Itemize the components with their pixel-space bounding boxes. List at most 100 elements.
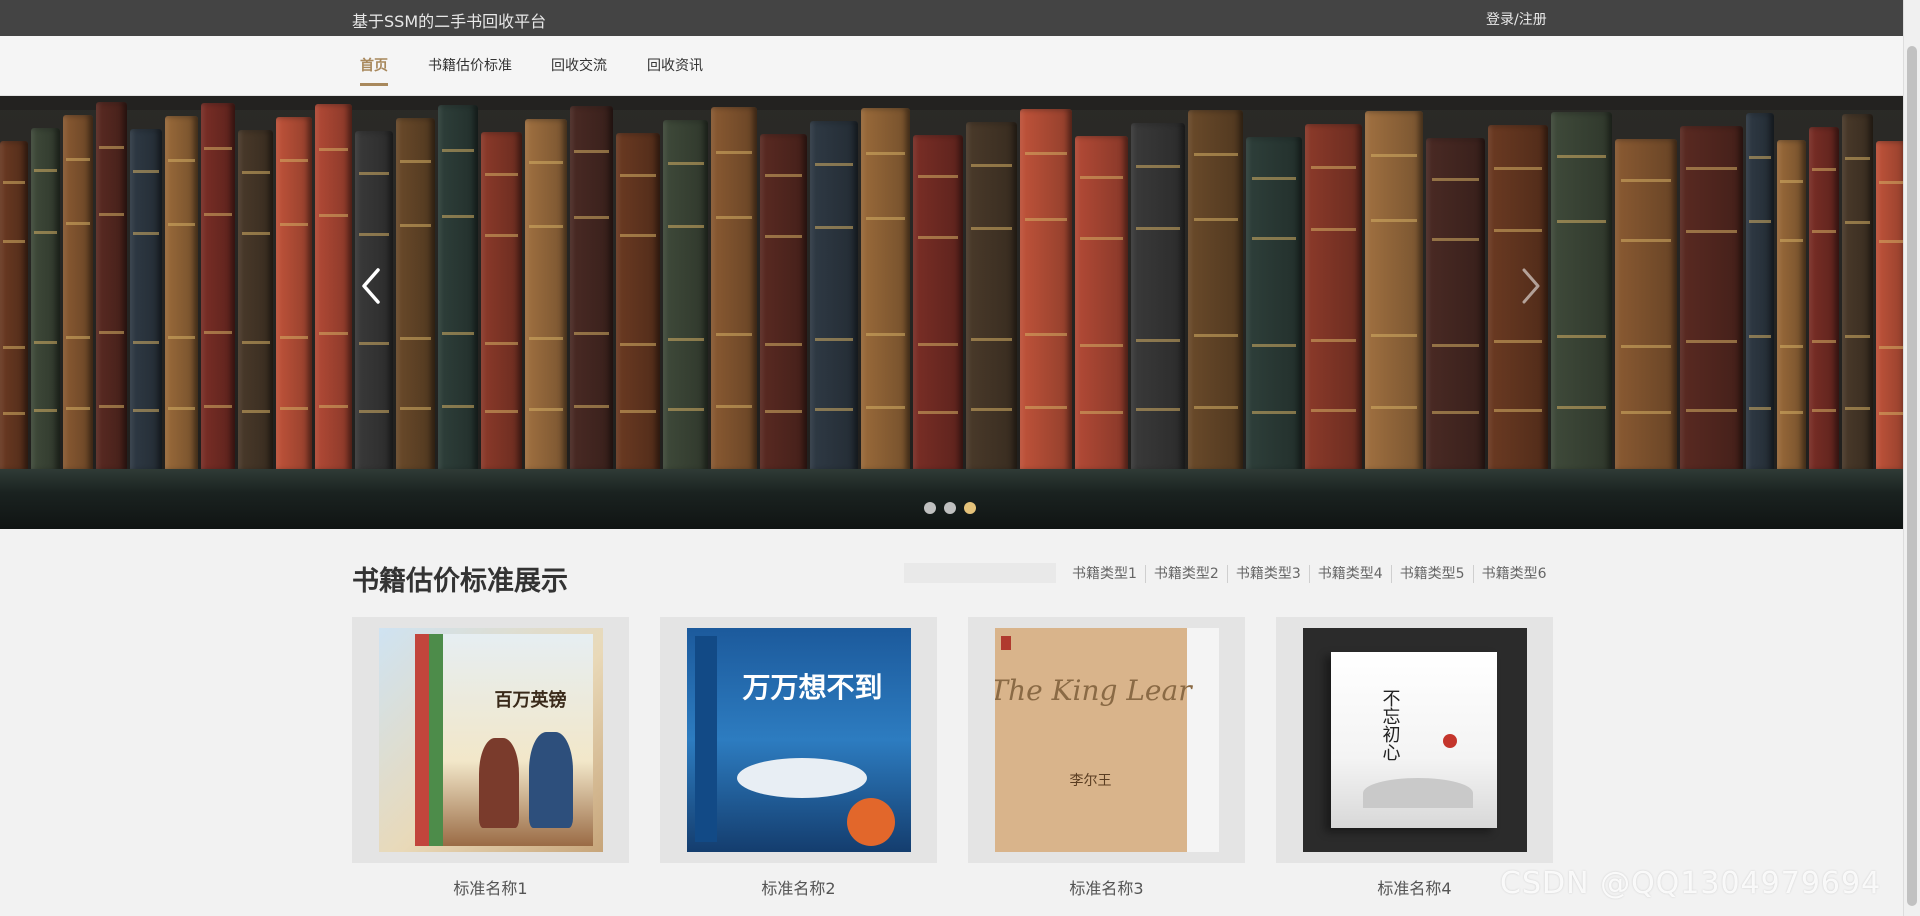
standard-card-3[interactable]: The King Lear 李尔王 标准名称3 [968, 617, 1245, 899]
book-spine-band [667, 338, 704, 341]
category-placeholder [904, 563, 1056, 583]
book-spine-band [1494, 167, 1542, 170]
card-name: 标准名称3 [1069, 879, 1144, 898]
book-spine-band [1370, 154, 1418, 157]
book-spine-band [1748, 220, 1772, 223]
book-spine-band [33, 231, 58, 234]
book-spine-band [204, 331, 232, 334]
book-spine-band [574, 332, 609, 335]
book-spine-band [1779, 239, 1804, 242]
book-spine-band [918, 411, 958, 414]
book-spine-band [715, 405, 753, 408]
book-spine-band [1080, 176, 1123, 179]
scrollbar-thumb[interactable] [1907, 46, 1917, 906]
book-spine-band [1845, 221, 1870, 224]
book-spine-band [33, 409, 58, 412]
book-spine-band [279, 336, 309, 339]
book-spine [1131, 123, 1185, 471]
book-spine-band [1431, 238, 1480, 241]
book-spine-band [1748, 335, 1772, 338]
book-spine-band [399, 160, 432, 163]
book-spine [1365, 111, 1423, 471]
book-spine-band [1310, 409, 1357, 412]
book-spine-band [1621, 239, 1671, 242]
book-spine-band [99, 213, 124, 216]
book-spine-band [485, 342, 518, 345]
book-spine-band [1494, 229, 1542, 232]
nav-item-valuation-standards[interactable]: 书籍估价标准 [428, 55, 512, 83]
book-spine-band [399, 224, 432, 227]
standard-card-4[interactable]: 不忘初心 标准名称4 [1276, 617, 1553, 899]
book-spine-band [241, 171, 270, 174]
nav-item-recycle-exchange[interactable]: 回收交流 [551, 55, 607, 83]
book-spine-band [66, 158, 90, 161]
nav-item-recycle-news[interactable]: 回收资讯 [647, 55, 703, 83]
watermark-text: CSDN @QQ1304979694 [1500, 866, 1882, 901]
shelf-board [0, 469, 1903, 529]
cover-title: 百万英镑 [494, 690, 567, 711]
book-spine [1075, 136, 1128, 471]
category-tab-1[interactable]: 书籍类型1 [1072, 565, 1145, 583]
book-spine [1188, 110, 1243, 471]
book-spine-band [1879, 181, 1903, 184]
book-spine-band [1812, 340, 1836, 343]
book-spine-band [485, 234, 518, 237]
book-spine-band [1879, 412, 1903, 415]
book-spine-band [399, 407, 432, 410]
book-spine-band [1431, 411, 1480, 414]
book-spine-band [1686, 167, 1737, 170]
book-spine-band [2, 240, 26, 243]
category-tab-3[interactable]: 书籍类型3 [1226, 565, 1309, 583]
book-spine [0, 141, 28, 471]
category-tab-5[interactable]: 书籍类型5 [1390, 565, 1473, 583]
category-tab-4[interactable]: 书籍类型4 [1308, 565, 1391, 583]
category-tab-2[interactable]: 书籍类型2 [1144, 565, 1227, 583]
standard-card-1[interactable]: 百万英镑 标准名称1 [352, 617, 629, 899]
book-spine [165, 116, 198, 471]
book-spine-band [168, 336, 195, 339]
book-spine-band [1812, 168, 1836, 171]
book-spine-band [1812, 409, 1836, 412]
book-spine-band [529, 225, 563, 228]
book-spine-band [168, 407, 195, 410]
book-spine [481, 132, 522, 471]
book-spine-band [1025, 152, 1067, 155]
book-spine [1777, 140, 1806, 471]
book-spine-band [971, 227, 1012, 230]
standard-card-2[interactable]: 万万想不到 标准名称2 [660, 617, 937, 899]
book-spine-band [133, 409, 159, 412]
book-spine-band [1879, 346, 1903, 349]
carousel-dot-3[interactable] [964, 502, 976, 514]
nav-item-home[interactable]: 首页 [360, 55, 388, 86]
carousel-prev-button[interactable] [352, 256, 392, 316]
book-spine-band [66, 222, 90, 225]
card-name: 标准名称1 [453, 879, 528, 898]
cover-title: 不忘初心 [1379, 689, 1401, 761]
login-register-link[interactable]: 登录/注册 [1486, 9, 1547, 29]
book-spine-band [764, 343, 803, 346]
book-spine [1842, 114, 1873, 471]
book-spine-band [1748, 407, 1772, 410]
cover-title: 万万想不到 [742, 671, 883, 704]
book-spine [130, 129, 162, 471]
book-spine-band [918, 236, 958, 239]
carousel-next-button[interactable] [1510, 256, 1550, 316]
page-scrollbar[interactable] [1903, 0, 1920, 916]
book-spine-band [620, 343, 656, 346]
book-spine-band [764, 235, 803, 238]
book-spine [711, 107, 757, 471]
book-spine-band [133, 170, 159, 173]
book-spine-band [318, 405, 349, 408]
book-spine [315, 104, 352, 471]
book-spine-band [1251, 411, 1297, 414]
book-spine-band [1193, 334, 1238, 337]
book-spine-band [2, 412, 26, 415]
category-tab-6[interactable]: 书籍类型6 [1472, 565, 1555, 583]
carousel-dot-1[interactable] [924, 502, 936, 514]
book-cover-image: 百万英镑 [378, 628, 603, 852]
book-spine-band [168, 159, 195, 162]
book-spine-band [1431, 178, 1480, 181]
book-spine-band [1310, 339, 1357, 342]
carousel-dot-2[interactable] [944, 502, 956, 514]
book-spine [276, 117, 312, 471]
